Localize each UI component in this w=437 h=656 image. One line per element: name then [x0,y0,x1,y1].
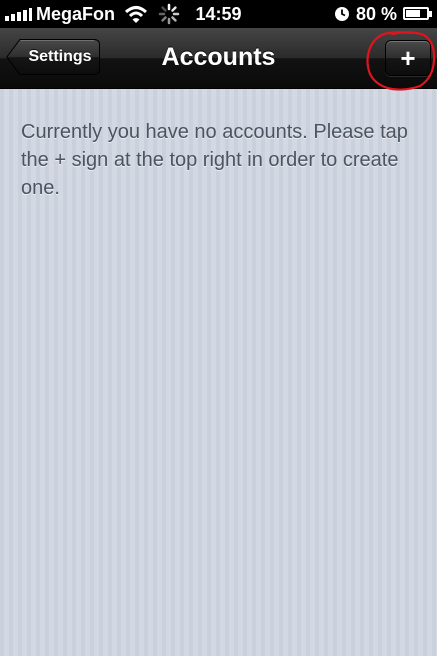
back-button-label: Settings [28,48,92,65]
empty-state-message: Currently you have no accounts. Please t… [21,121,408,199]
plus-icon: + [400,43,416,73]
add-account-button[interactable]: + [385,40,431,76]
page-title: Accounts [161,43,276,71]
battery-nub [429,11,432,17]
accounts-screen: MegaFon 14:59 80 % Settings Accounts + C… [0,0,437,656]
status-bar: MegaFon 14:59 80 % [0,0,437,28]
alarm-icon [335,7,349,21]
battery-icon [403,7,429,20]
settings-back-button[interactable]: Settings [6,39,100,75]
battery-percent: 80 % [356,4,398,24]
navigation-bar: Settings Accounts + [0,28,437,89]
